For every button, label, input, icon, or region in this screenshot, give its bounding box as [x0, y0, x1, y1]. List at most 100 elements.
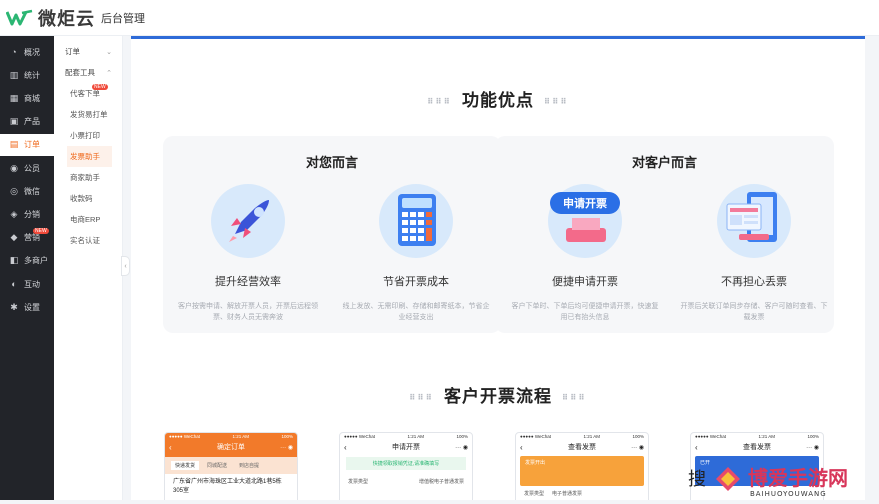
new-badge: NEW	[92, 84, 108, 90]
feature-name: 提升经营效率	[215, 276, 281, 288]
dots-decoration: ⠿⠿⠿	[427, 97, 452, 107]
svg-text:博爱手游网: 博爱手游网	[748, 466, 848, 490]
dots-decoration: ⠿⠿⠿	[562, 393, 587, 403]
new-badge: NEW	[33, 227, 49, 234]
sidebar-item-label: 统计	[24, 70, 40, 80]
dots-decoration: ⠿⠿⠿	[409, 393, 434, 403]
back-icon: ‹	[695, 442, 698, 452]
sidebar-item[interactable]: ◆ 营销 NEW	[0, 227, 54, 249]
more-icon: ··· ◉	[280, 444, 293, 451]
sidebar-item-label: 分销	[24, 210, 40, 219]
submenu-link[interactable]: 收款码	[54, 188, 122, 209]
phone-status-bar: ●●●●● WeChat 1:21 AM 100%	[520, 434, 644, 439]
feature-efficiency: 提升经营效率 客户按需申请、解放开票人员，开票后远程领票、财务人员无需奔波	[168, 184, 328, 323]
interact-icon: ◐	[11, 279, 17, 290]
submenu-link[interactable]: 小票打印	[54, 125, 122, 146]
chevron-up-icon: ⌃	[106, 69, 112, 77]
submenu-group-label: 配套工具	[65, 68, 95, 77]
sidebar-item-label: 产品	[24, 117, 40, 127]
sidebar-item[interactable]: ◎ 微信	[0, 180, 54, 202]
calculator-icon	[379, 184, 453, 258]
phone-title: 申请开票	[392, 444, 420, 451]
submenu-group-label: 订单	[65, 47, 80, 56]
chevron-down-icon: ⌄	[106, 48, 112, 56]
phone-status-bar: ●●●●● WeChat 1:21 AM 100%	[169, 434, 293, 439]
back-icon: ‹	[344, 442, 347, 452]
marketing-icon: ◆	[10, 232, 18, 243]
submenu-link[interactable]: 代客下单 NEW	[54, 83, 122, 104]
submenu-link-label: 小票打印	[70, 131, 100, 140]
feature-desc: 开票后关联订单同步存储、客户可随时查看、下载发票	[680, 303, 828, 321]
delivery-tab[interactable]: 快递发货	[171, 461, 200, 470]
submenu-link[interactable]: 发货易打单	[54, 104, 122, 125]
collapse-sidebar-handle[interactable]: ‹	[121, 256, 130, 276]
phone-status-bar: ●●●●● WeChat 1:21 AM 100%	[695, 434, 819, 439]
wechat-icon: ◎	[10, 185, 18, 196]
submenu-link-label: 电商ERP	[70, 215, 101, 224]
phone-view-invoice: ●●●●● WeChat 1:21 AM 100% ‹ 查看发票 ··· ◉ 发票开出 …	[515, 432, 649, 500]
feature-name: 节省开票成本	[383, 276, 449, 288]
phone-confirm-order: ●●●●● WeChat 1:21 AM 100% ‹ 确定订单 ··· ◉ 快递发货 …	[164, 432, 298, 500]
more-icon: ··· ◉	[806, 444, 819, 451]
brand-logo[interactable]: 微炬云 后台管理	[0, 5, 145, 31]
brand-subtitle: 后台管理	[101, 12, 145, 25]
settings-icon: ✱	[10, 301, 18, 312]
logo-icon	[6, 9, 33, 25]
submenu: 订单 ⌄ 配套工具 ⌃ 代客下单 NEW 发货易打单小票打印发票助手商家助手收款码电…	[54, 36, 123, 500]
submenu-link[interactable]: 发票助手	[67, 146, 112, 167]
sidebar-item[interactable]: ▦ 商城	[0, 88, 54, 110]
row-label: 发票类型	[524, 491, 545, 497]
sidebar-item-label: 营销	[24, 233, 40, 243]
phone-title: 查看发票	[568, 444, 596, 451]
order-icon: ▤	[9, 139, 19, 150]
sidebar-item[interactable]: ▥ 统计	[0, 64, 54, 86]
back-icon: ‹	[520, 442, 523, 452]
phone-apply-invoice: ●●●●● WeChat 1:21 AM 100% ‹ 申请开票 ··· ◉ 快捷领取报…	[339, 432, 473, 500]
submenu-group-order[interactable]: 订单 ⌄	[54, 41, 122, 62]
submenu-link[interactable]: 商家助手	[54, 167, 122, 188]
shipping-address: 广东省广州市海珠区工业大道北路1巷5栋305室	[173, 479, 282, 494]
more-icon: ··· ◉	[631, 444, 644, 451]
sidebar-item[interactable]: ✱ 设置	[0, 296, 54, 318]
feature-name: 便捷申请开票	[552, 276, 618, 288]
sidebar-item-label: 多商户	[24, 256, 48, 266]
delivery-tab[interactable]: 同城配送	[203, 461, 231, 470]
distribution-icon: ◈	[10, 209, 18, 219]
sidebar-item[interactable]: ◧ 多商户	[0, 250, 54, 272]
row-value[interactable]: 增值税电子普通发票	[419, 478, 464, 485]
stats-icon: ▥	[9, 69, 19, 80]
submenu-link-label: 收款码	[70, 194, 93, 203]
phone-title: 确定订单	[217, 444, 245, 451]
more-icon: ··· ◉	[455, 444, 468, 451]
sidebar-item-label: 公员	[24, 163, 40, 173]
submenu-group-tools[interactable]: 配套工具 ⌃	[54, 62, 122, 83]
submenu-link-label: 发票助手	[70, 152, 100, 161]
top-bar: 微炬云 后台管理	[0, 0, 879, 36]
feature-desc: 线上发放、无需印刷、存储和邮寄纸本，节省企业经营支出	[342, 303, 490, 321]
main-content: ⠿⠿⠿ 功能优点 ⠿⠿⠿ 对您而言 提升经营效率 客户按需申请、解放开票人员，开票后…	[131, 36, 865, 500]
submenu-link-label: 商家助手	[70, 173, 100, 182]
info-banner: 快捷领取报销凭证,请准确填写	[346, 457, 466, 470]
sidebar-item[interactable]: ▣ 产品	[0, 111, 54, 133]
submenu-link[interactable]: 电商ERP	[54, 209, 122, 230]
rocket-icon	[211, 184, 285, 258]
member-icon: ◉	[10, 162, 18, 173]
sidebar-item[interactable]: ◐ 互动	[0, 273, 54, 295]
feature-desc: 客户下单时、下单后均可便捷申请开票，快速复用已有抬头信息	[511, 303, 659, 321]
sidebar-item[interactable]: ◈ 分销	[0, 204, 54, 226]
sidebar-item[interactable]: ▤ 订单	[0, 133, 54, 156]
svg-text:BAIHUOYOUWANG: BAIHUOYOUWANG	[750, 490, 827, 498]
submenu-link[interactable]: 实名认证	[54, 230, 122, 251]
sidebar-item[interactable]: ◉ 公员	[0, 157, 54, 179]
svg-text:搜: 搜	[688, 469, 706, 490]
card-title: 对客户而言	[631, 155, 697, 170]
back-icon: ‹	[169, 442, 172, 452]
shop-icon: ▦	[9, 93, 19, 104]
row-label: 发票类型	[348, 479, 369, 485]
card-for-merchant: 对您而言 提升经营效率 客户按需申请、解放开票人员，开票后远程领票、财务人员无需…	[163, 136, 501, 333]
delivery-tab[interactable]: 到店自提	[235, 461, 263, 470]
sidebar-item[interactable]: ◔ 概况	[0, 41, 54, 63]
section-title-advantages: ⠿⠿⠿ 功能优点 ⠿⠿⠿	[427, 91, 569, 110]
product-icon: ▣	[9, 116, 19, 127]
feature-desc: 客户按需申请、解放开票人员，开票后远程领票、财务人员无需奔波	[178, 303, 318, 321]
